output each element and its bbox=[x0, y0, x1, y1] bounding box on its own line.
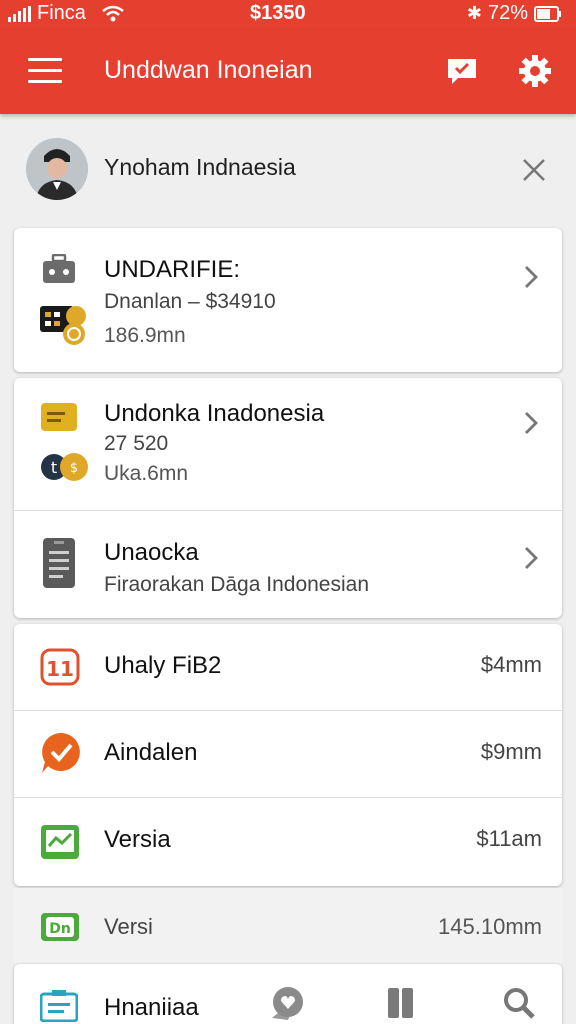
signal-icon bbox=[8, 5, 31, 22]
account-row[interactable]: t $ Undonka Inadonesia 27 520 Uka.6mn bbox=[14, 378, 562, 510]
list-item[interactable]: Dn Versi 145.10mm bbox=[14, 888, 562, 962]
accounts-group-card: t $ Undonka Inadonesia 27 520 Uka.6mn Una… bbox=[14, 378, 562, 618]
battery-percent: 72% bbox=[487, 2, 528, 24]
bottom-bar: Hnaniiaa bbox=[14, 964, 562, 1024]
list-item-amount: $4mm bbox=[480, 652, 542, 677]
list-item[interactable]: Versia $11am bbox=[14, 798, 562, 886]
briefcase-icon bbox=[43, 254, 75, 283]
search-icon[interactable] bbox=[502, 986, 536, 1020]
card-subtext: Uka.6mn bbox=[104, 462, 189, 485]
profile-name: Ynoham Indnaesia bbox=[104, 154, 296, 180]
book-icon[interactable] bbox=[386, 986, 416, 1020]
close-icon[interactable] bbox=[518, 154, 550, 186]
clipboard-icon[interactable] bbox=[40, 990, 78, 1022]
list-item-amount: $11am bbox=[476, 826, 542, 851]
chevron-right-icon[interactable] bbox=[522, 545, 540, 571]
list-item-label: Versia bbox=[104, 826, 171, 853]
card-subtext: 186.9mn bbox=[104, 324, 186, 347]
document-icon bbox=[43, 538, 75, 588]
svg-text:11: 11 bbox=[46, 657, 74, 681]
gear-icon[interactable] bbox=[518, 54, 552, 88]
chevron-right-icon[interactable] bbox=[522, 410, 540, 436]
message-icon[interactable] bbox=[446, 56, 478, 86]
status-bar: Finca $1350 ✱ 72% bbox=[0, 0, 576, 30]
coins-icon: t $ bbox=[41, 453, 88, 481]
card-title: Unaocka bbox=[104, 539, 199, 566]
avatar[interactable] bbox=[26, 138, 88, 200]
app-bar: Unddwan Inoneian bbox=[0, 30, 576, 114]
card-title: Undonka Inadonesia bbox=[104, 400, 325, 427]
check-badge-icon bbox=[42, 733, 80, 773]
list-item-label: Aindalen bbox=[104, 739, 198, 766]
svg-text:Dn: Dn bbox=[49, 921, 71, 937]
svg-text:$: $ bbox=[70, 461, 78, 476]
profile-header: Ynoham Indnaesia bbox=[0, 116, 576, 220]
account-row[interactable]: Unaocka Fіraorakan Dāga Indonesian bbox=[14, 511, 562, 618]
carrier-label: Finca bbox=[37, 2, 86, 24]
account-card[interactable]: UNDARIFIE: Dnanlan – $34910 186.9mn bbox=[14, 228, 562, 372]
calendar-icon: 11 bbox=[40, 648, 80, 686]
list-item[interactable]: Aindalen $9mm bbox=[14, 711, 562, 797]
list-item[interactable]: 11 Uhaly FiB2 $4mm bbox=[14, 624, 562, 710]
list-item-amount: 145.10mm bbox=[438, 914, 542, 939]
card-title: UNDARIFIE: bbox=[104, 256, 241, 283]
card-icon bbox=[41, 403, 77, 431]
app-title: Unddwan Inoneian bbox=[104, 56, 313, 84]
chevron-right-icon[interactable] bbox=[522, 264, 540, 290]
money-icon: Dn bbox=[41, 913, 79, 941]
card-amount: Dnanlan – $34910 bbox=[104, 290, 276, 313]
list-item-label: Uhaly FiB2 bbox=[104, 652, 222, 679]
card-amount: 27 520 bbox=[104, 432, 169, 455]
battery-icon bbox=[534, 5, 561, 22]
card-subtext: Fіraorakan Dāga Indonesian bbox=[104, 573, 370, 596]
list-item-label: Versi bbox=[104, 914, 153, 939]
menu-icon[interactable] bbox=[28, 58, 62, 84]
wifi-icon bbox=[102, 5, 124, 21]
list-item-amount: $9mm bbox=[480, 739, 542, 764]
status-time: $1350 bbox=[250, 2, 306, 24]
chart-icon bbox=[41, 825, 79, 859]
bluetooth-icon: ✱ bbox=[466, 3, 482, 23]
bottom-label: Hnaniiaa bbox=[104, 994, 199, 1021]
transactions-list: 11 Uhaly FiB2 $4mm Aindalen $9mm Versia … bbox=[14, 624, 562, 886]
svg-text:t: t bbox=[51, 458, 57, 477]
heart-circle-icon[interactable] bbox=[272, 986, 304, 1018]
coins-icon bbox=[40, 306, 86, 345]
